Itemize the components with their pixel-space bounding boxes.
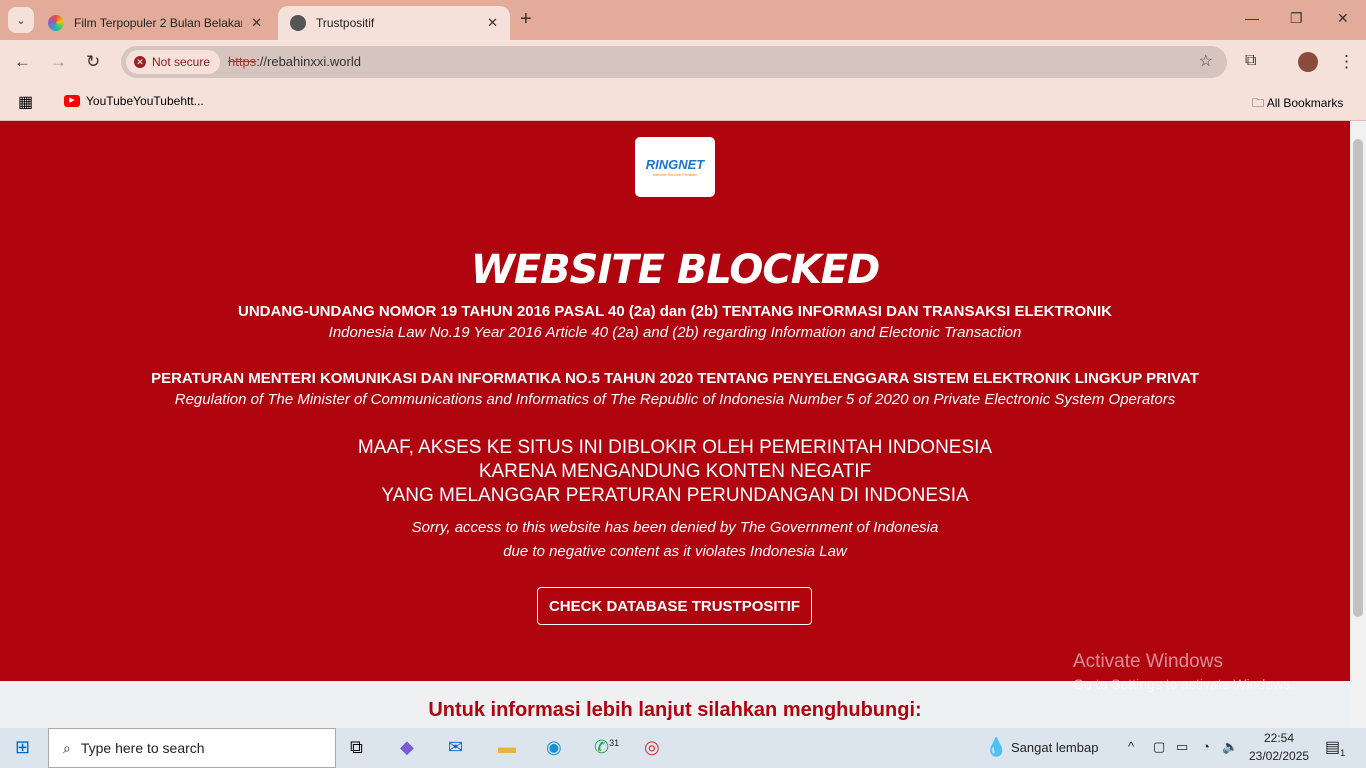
bookmarks-bar: ▦ ▶ YouTubeYouTubehtt... 🗀 All Bookmarks [0, 84, 1366, 121]
clock-time[interactable]: 22:54 [1264, 731, 1294, 745]
toolbar: ← → ↻ ✕ Not secure https://rebahinxxi.wor… [0, 40, 1366, 84]
chevron-up-icon[interactable]: ^ [1128, 739, 1134, 754]
globe-icon [290, 15, 306, 31]
folder-icon: 🗀 [1252, 96, 1267, 110]
new-tab-button[interactable]: + [520, 8, 532, 31]
block-message: YANG MELANGGAR PERATURAN PERUNDANGAN DI … [381, 485, 969, 506]
law-2: PERATURAN MENTERI KOMUNIKASI DAN INFORMA… [151, 370, 1199, 387]
minimize-button[interactable]: — [1245, 10, 1259, 26]
weather-label[interactable]: Sangat lembap [1011, 740, 1098, 755]
file-explorer-icon[interactable]: ▬ [498, 737, 516, 758]
activate-windows-watermark: Activate Windows Go to Settings to activa… [1073, 651, 1294, 692]
whatsapp-badge: 31 [609, 738, 620, 748]
tab-search-button[interactable]: ⌄ [8, 7, 34, 33]
ringnet-logo: RINGNET Internet Service Provider [635, 137, 715, 197]
close-window-button[interactable]: ✕ [1337, 10, 1349, 27]
tab-strip: ⌄ Film Terpopuler 2 Bulan Belakang ✕ Trus… [0, 0, 1366, 40]
chrome-icon[interactable]: ◎ [644, 737, 660, 758]
task-view-icon[interactable]: ⧉ [350, 737, 363, 758]
clock-date[interactable]: 23/02/2025 [1249, 749, 1309, 763]
watermark-line1: Activate Windows [1073, 651, 1223, 672]
site-favicon-icon [48, 15, 64, 31]
weather-icon: 💧 [985, 737, 1008, 757]
search-placeholder: Type here to search [80, 740, 205, 756]
search-icon: ⌕ [63, 739, 71, 756]
law-1: UNDANG-UNDANG NOMOR 19 TAHUN 2016 PASAL … [238, 303, 1112, 320]
apps-grid-icon[interactable]: ▦ [18, 92, 33, 112]
bookmark-star-icon[interactable]: ☆ [1199, 51, 1213, 71]
tab-title: Film Terpopuler 2 Bulan Belakang [74, 16, 242, 30]
law-1-en: Indonesia Law No.19 Year 2016 Article 40… [328, 324, 1022, 341]
address-bar[interactable]: ✕ Not secure https://rebahinxxi.world ☆ [121, 46, 1227, 78]
warning-icon: ✕ [134, 56, 146, 68]
block-message-en: Sorry, access to this website has been d… [411, 519, 939, 536]
law-2-en: Regulation of The Minister of Communicat… [174, 391, 1176, 408]
notification-count: 1 [1340, 748, 1346, 759]
tab-title: Trustpositif [316, 16, 375, 30]
block-message: MAAF, AKSES KE SITUS INI DIBLOKIR OLEH P… [357, 437, 993, 458]
all-bookmarks-button[interactable]: 🗀 All Bookmarks [1252, 94, 1343, 115]
reload-button[interactable]: ↻ [86, 52, 100, 72]
notification-icon[interactable]: ▤1 [1325, 737, 1345, 758]
security-chip[interactable]: ✕ Not secure [126, 50, 221, 74]
watermark-line2: Go to Settings to activate Windows. [1073, 676, 1294, 692]
restore-button[interactable]: ❐ [1290, 10, 1303, 27]
tab-trustpositif[interactable]: Trustpositif ✕ [278, 6, 510, 40]
scrollbar-thumb[interactable] [1353, 139, 1363, 617]
url-text[interactable]: https://rebahinxxi.world [228, 54, 361, 69]
whatsapp-icon[interactable]: ✆31 [594, 737, 619, 758]
profile-avatar[interactable] [1298, 52, 1318, 72]
forward-button[interactable]: → [50, 52, 67, 72]
block-message-en: due to negative content as it violates I… [503, 543, 847, 560]
back-button[interactable]: ← [14, 52, 31, 72]
close-tab-icon[interactable]: ✕ [251, 15, 262, 31]
close-tab-icon[interactable]: ✕ [487, 15, 498, 31]
battery-icon[interactable]: ▭ [1176, 739, 1188, 755]
all-bookmarks-label: All Bookmarks [1266, 96, 1344, 110]
volume-icon[interactable]: 🔈 [1222, 739, 1238, 755]
taskbar: ⊞ ⌕ Type here to search ⧉ ◆ ✉ ▬ ◉ ✆31 ◎ 💧… [0, 728, 1366, 768]
taskbar-search[interactable]: ⌕ Type here to search [48, 728, 336, 768]
youtube-icon: ▶ [64, 95, 80, 107]
wifi-icon[interactable]: ◔ [1202, 739, 1210, 754]
security-label: Not secure [152, 55, 211, 69]
url-host: ://rebahinxxi.world [256, 54, 361, 69]
tab-film[interactable]: Film Terpopuler 2 Bulan Belakang ✕ [36, 6, 274, 40]
url-scheme: https [228, 54, 257, 69]
menu-icon[interactable]: ⋮ [1338, 52, 1355, 72]
copilot-icon[interactable]: ◆ [400, 737, 414, 758]
blocked-page: RINGNET Internet Service Provider WEBSITE… [0, 121, 1350, 681]
camera-icon[interactable]: ▢ [1153, 739, 1165, 755]
scrollbar[interactable] [1350, 121, 1366, 728]
bookmark-youtube[interactable]: ▶ YouTubeYouTubehtt... [64, 94, 204, 108]
page-title: WEBSITE BLOCKED [470, 247, 881, 293]
block-message: KARENA MENGANDUNG KONTEN NEGATIF [478, 461, 872, 482]
extensions-icon[interactable]: ⧉ [1245, 52, 1256, 70]
footer-text: Untuk informasi lebih lanjut silahkan me… [428, 699, 922, 721]
bookmark-label: YouTubeYouTubehtt... [86, 94, 204, 108]
mail-icon[interactable]: ✉ [448, 737, 463, 758]
check-database-button[interactable]: CHECK DATABASE TRUSTPOSITIF [537, 587, 812, 625]
edge-icon[interactable]: ◉ [546, 737, 562, 758]
start-icon[interactable]: ⊞ [15, 737, 30, 758]
